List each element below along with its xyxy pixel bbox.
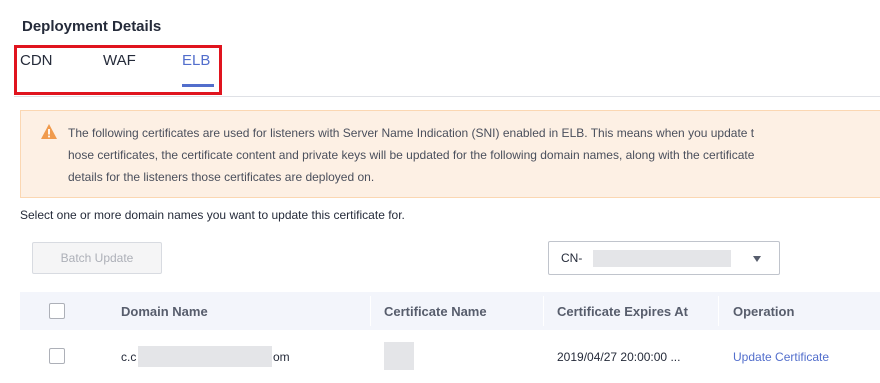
row-checkbox[interactable]: [49, 348, 65, 364]
col-separator: [718, 296, 719, 326]
table-row: c.c om 2019/04/27 20:00:00 ... Update Ce…: [20, 330, 880, 383]
col-certificate-name: Certificate Name: [384, 304, 487, 319]
tab-cdn[interactable]: CDN: [20, 52, 53, 69]
redacted-domain: [138, 346, 272, 367]
col-separator: [370, 296, 371, 326]
batch-update-button[interactable]: Batch Update: [32, 242, 162, 274]
warning-icon: [41, 124, 57, 139]
section-title: Deployment Details: [22, 18, 162, 35]
col-certificate-expires: Certificate Expires At: [557, 304, 689, 319]
redacted-region: [593, 250, 731, 267]
domain-name-suffix: om: [273, 350, 290, 364]
instruction-text: Select one or more domain names you want…: [20, 208, 405, 222]
region-select[interactable]: CN-: [548, 241, 780, 275]
certificate-expires-at: 2019/04/27 20:00:00 ...: [557, 350, 681, 364]
update-certificate-link[interactable]: Update Certificate: [733, 350, 829, 364]
tabs-divider: [14, 96, 880, 97]
warning-alert: The following certificates are used for …: [20, 110, 880, 198]
region-select-value: CN-: [561, 251, 583, 265]
alert-line-2: hose certificates, the certificate conte…: [68, 148, 755, 162]
tab-waf[interactable]: WAF: [103, 52, 136, 69]
table-header: Domain Name Certificate Name Certificate…: [20, 292, 880, 330]
select-all-checkbox[interactable]: [49, 303, 65, 319]
tab-active-underline: [182, 84, 214, 87]
alert-line-1: The following certificates are used for …: [68, 126, 755, 140]
col-domain-name: Domain Name: [121, 304, 208, 319]
alert-message: The following certificates are used for …: [68, 122, 868, 188]
alert-line-3: details for the listeners those certific…: [68, 170, 375, 184]
col-separator: [543, 296, 544, 326]
tab-elb[interactable]: ELB: [182, 52, 210, 69]
redacted-certificate-name: [384, 342, 414, 370]
domain-name-prefix: c.c: [121, 350, 137, 364]
chevron-down-icon[interactable]: [753, 256, 761, 262]
col-operation: Operation: [733, 304, 795, 319]
